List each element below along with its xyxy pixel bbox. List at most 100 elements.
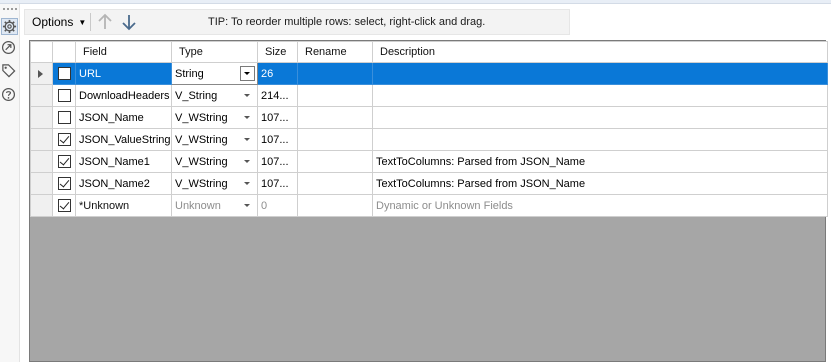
field-cell[interactable]: DownloadHeaders	[75, 84, 172, 107]
description-cell[interactable]: TextToColumns: Parsed from JSON_Name	[372, 172, 828, 195]
select-checkbox[interactable]	[57, 155, 71, 168]
size-cell[interactable]: 107...	[257, 172, 298, 195]
select-checkbox[interactable]	[57, 67, 71, 80]
column-header-field[interactable]: Field	[75, 41, 172, 63]
type-dropdown-button[interactable]	[240, 88, 255, 103]
description-cell[interactable]: TextToColumns: Parsed from JSON_Name	[372, 150, 828, 173]
type-dropdown-button[interactable]	[240, 154, 255, 169]
field-cell[interactable]: JSON_Name2	[75, 172, 172, 195]
column-header-rename[interactable]: Rename	[297, 41, 373, 63]
rename-cell[interactable]	[297, 84, 373, 107]
row-header[interactable]	[30, 172, 53, 195]
select-checkbox[interactable]	[57, 89, 71, 102]
size-cell[interactable]: 107...	[257, 106, 298, 129]
move-down-button[interactable]	[119, 12, 139, 32]
toolbar: Options ▼ TIP: To reorder multiple rows: …	[24, 9, 570, 35]
size-cell[interactable]: 107...	[257, 128, 298, 151]
description-cell[interactable]	[372, 128, 828, 151]
type-cell[interactable]: V_WString	[171, 150, 258, 173]
drag-handle[interactable]	[3, 8, 17, 10]
size-cell[interactable]: 0	[257, 194, 298, 217]
left-rail	[0, 4, 20, 362]
row-header[interactable]	[30, 62, 53, 85]
options-label: Options	[32, 15, 74, 29]
field-cell[interactable]: JSON_ValueString	[75, 128, 172, 151]
size-cell[interactable]: 214...	[257, 84, 298, 107]
field-cell[interactable]: *Unknown	[75, 194, 172, 217]
connections-icon[interactable]	[1, 40, 18, 57]
type-value: V_WString	[175, 111, 228, 124]
select-checkbox[interactable]	[57, 133, 71, 146]
field-cell[interactable]: URL	[75, 62, 172, 85]
type-dropdown-button[interactable]	[240, 176, 255, 191]
type-cell[interactable]: V_WString	[171, 172, 258, 195]
column-header-type[interactable]: Type	[171, 41, 258, 63]
table-row[interactable]: DownloadHeaders V_String 214...	[30, 84, 828, 107]
description-cell[interactable]	[372, 106, 828, 129]
current-row-icon	[38, 70, 43, 78]
select-checkbox-cell[interactable]	[52, 194, 76, 217]
rename-cell[interactable]	[297, 62, 373, 85]
field-cell[interactable]: JSON_Name	[75, 106, 172, 129]
type-cell[interactable]: Unknown	[171, 194, 258, 217]
column-header-description[interactable]: Description	[372, 41, 828, 63]
rename-cell[interactable]	[297, 150, 373, 173]
toolbar-separator	[90, 13, 91, 31]
help-icon[interactable]	[1, 87, 18, 104]
type-cell[interactable]: V_WString	[171, 106, 258, 129]
options-button[interactable]: Options ▼	[28, 12, 90, 32]
select-checkbox-cell[interactable]	[52, 62, 76, 85]
header-row: Field Type Size Rename Description	[30, 41, 828, 63]
rename-cell[interactable]	[297, 172, 373, 195]
arrow-up-icon	[98, 13, 112, 29]
type-value: V_WString	[175, 177, 228, 190]
type-value: V_WString	[175, 133, 228, 146]
type-cell[interactable]: V_String	[171, 84, 258, 107]
table-row[interactable]: URL String 26	[30, 62, 828, 85]
table-row[interactable]: JSON_Name V_WString 107...	[30, 106, 828, 129]
type-value: String	[175, 67, 204, 80]
row-header[interactable]	[30, 128, 53, 151]
fields-table: Field Type Size Rename Description URL S…	[30, 41, 828, 217]
type-dropdown-button[interactable]	[240, 66, 255, 81]
rename-cell[interactable]	[297, 128, 373, 151]
size-cell[interactable]: 26	[257, 62, 298, 85]
type-dropdown-button[interactable]	[240, 132, 255, 147]
description-cell[interactable]	[372, 84, 828, 107]
select-checkbox[interactable]	[57, 199, 71, 212]
size-cell[interactable]: 107...	[257, 150, 298, 173]
row-header[interactable]	[30, 194, 53, 217]
select-checkbox[interactable]	[57, 111, 71, 124]
type-value: V_String	[175, 89, 218, 102]
arrow-down-icon	[122, 15, 136, 31]
type-cell[interactable]: String	[171, 62, 258, 85]
select-checkbox-cell[interactable]	[52, 172, 76, 195]
chevron-down-icon: ▼	[78, 18, 87, 27]
table-row[interactable]: JSON_Name2 V_WString 107... TextToColumn…	[30, 172, 828, 195]
type-dropdown-button[interactable]	[240, 110, 255, 125]
tag-icon[interactable]	[1, 63, 18, 80]
tip-text: TIP: To reorder multiple rows: select, r…	[208, 16, 486, 28]
select-checkbox-cell[interactable]	[52, 150, 76, 173]
select-checkbox-cell[interactable]	[52, 106, 76, 129]
row-header[interactable]	[30, 84, 53, 107]
table-row[interactable]: JSON_Name1 V_WString 107... TextToColumn…	[30, 150, 828, 173]
type-cell[interactable]: V_WString	[171, 128, 258, 151]
table-row[interactable]: *Unknown Unknown 0 Dynamic or Unknown Fi…	[30, 194, 828, 217]
type-value: Unknown	[175, 199, 221, 212]
rename-cell[interactable]	[297, 194, 373, 217]
field-cell[interactable]: JSON_Name1	[75, 150, 172, 173]
move-up-button[interactable]	[95, 12, 115, 32]
description-cell[interactable]: Dynamic or Unknown Fields	[372, 194, 828, 217]
gear-icon[interactable]	[1, 18, 18, 35]
row-header[interactable]	[30, 150, 53, 173]
rename-cell[interactable]	[297, 106, 373, 129]
select-checkbox-cell[interactable]	[52, 84, 76, 107]
select-checkbox[interactable]	[57, 177, 71, 190]
select-checkbox-cell[interactable]	[52, 128, 76, 151]
description-cell[interactable]	[372, 62, 828, 85]
column-header-size[interactable]: Size	[257, 41, 298, 63]
type-dropdown-button[interactable]	[240, 198, 255, 213]
row-header[interactable]	[30, 106, 53, 129]
table-row[interactable]: JSON_ValueString V_WString 107...	[30, 128, 828, 151]
